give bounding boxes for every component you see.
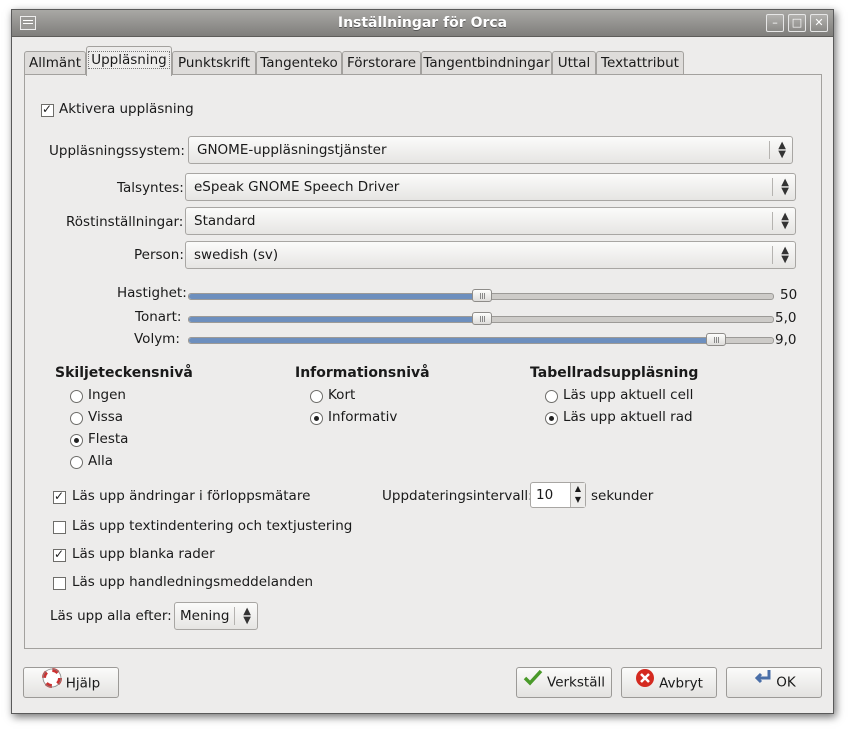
update-interval-value: 10 — [536, 487, 554, 503]
help-button[interactable]: Hjälp — [23, 667, 119, 698]
punct-all-label: Alla — [88, 453, 114, 469]
tab-label: Uppläsning — [88, 51, 170, 69]
combo-arrows-icon: ▲ ▼ — [781, 245, 789, 265]
pitch-value: 5,0 — [775, 310, 797, 326]
synthesizer-value: eSpeak GNOME Speech Driver — [194, 179, 400, 195]
tab-tangentbindningar[interactable]: Tangentbindningar — [421, 51, 552, 75]
volume-value: 9,0 — [775, 332, 797, 348]
cancel-button[interactable]: Avbryt — [621, 667, 717, 698]
verbosity-verbose-radio[interactable] — [310, 412, 323, 425]
cancel-label: Avbryt — [659, 675, 703, 692]
person-combo[interactable]: swedish (sv) ▲ ▼ — [185, 241, 796, 269]
close-icon[interactable]: ✕ — [810, 14, 828, 32]
person-label: Person: — [134, 247, 184, 263]
say-all-value: Mening — [180, 608, 230, 624]
tab-upplasning[interactable]: Uppläsning — [86, 46, 172, 76]
tab-textattribut[interactable]: Textattribut — [596, 51, 684, 75]
update-interval-spinner[interactable]: 10 ▲ ▼ — [530, 482, 586, 508]
blank-lines-checkbox[interactable] — [53, 547, 66, 562]
tutorial-label: Läs upp handledningsmeddelanden — [72, 574, 314, 590]
say-all-combo[interactable]: Mening ▲ ▼ — [174, 602, 258, 630]
update-interval-unit: sekunder — [591, 488, 654, 504]
table-row-radio[interactable] — [545, 412, 558, 425]
tab-punktskrift[interactable]: Punktskrift — [172, 51, 256, 75]
punct-most-label: Flesta — [88, 431, 129, 447]
minimize-icon[interactable]: – — [766, 14, 784, 32]
verbosity-verbose-label: Informativ — [328, 409, 398, 425]
verbosity-title: Informationsnivå — [295, 365, 430, 381]
punctuation-title: Skiljeteckensnivå — [55, 365, 193, 381]
indentation-label: Läs upp textindentering och textjusterin… — [72, 518, 353, 534]
punct-none-radio[interactable] — [70, 390, 83, 403]
preferences-window: Inställningar för Orca – □ ✕ Allmänt Upp… — [11, 9, 834, 714]
person-value: swedish (sv) — [194, 247, 279, 263]
enable-speech-label: Aktivera uppläsning — [59, 101, 194, 117]
rate-value: 50 — [780, 287, 798, 303]
table-cell-radio[interactable] — [545, 390, 558, 403]
tab-uttal[interactable]: Uttal — [552, 51, 596, 75]
tab-forstorare[interactable]: Förstorare — [342, 51, 421, 75]
rate-slider[interactable] — [188, 289, 774, 302]
rate-label: Hastighet: — [117, 285, 187, 301]
combo-arrows-icon: ▲ ▼ — [781, 177, 789, 197]
rate-knob[interactable] — [472, 289, 492, 302]
say-all-label: Läs upp alla efter: — [50, 608, 172, 624]
punct-most-radio[interactable] — [70, 434, 83, 447]
progress-checkbox[interactable] — [53, 489, 66, 504]
lifebuoy-icon — [41, 668, 62, 699]
blank-lines-label: Läs upp blanka rader — [72, 546, 215, 562]
voice-settings-value: Standard — [194, 213, 256, 229]
pitch-knob[interactable] — [472, 312, 492, 325]
tab-tangenteko[interactable]: Tangenteko — [256, 51, 342, 75]
rate-fill — [189, 294, 481, 299]
speech-panel: Aktivera uppläsning Uppläsningssystem: G… — [24, 74, 822, 649]
enable-speech-checkbox[interactable] — [41, 102, 54, 117]
pitch-fill — [189, 317, 481, 322]
punct-none-label: Ingen — [88, 387, 126, 403]
punct-some-label: Vissa — [88, 409, 124, 425]
ok-label: OK — [776, 674, 796, 691]
maximize-icon[interactable]: □ — [788, 14, 806, 32]
volume-knob[interactable] — [706, 333, 726, 346]
enter-arrow-icon — [752, 668, 772, 697]
volume-label: Volym: — [134, 331, 180, 347]
speech-system-label: Uppläsningssystem: — [49, 143, 185, 159]
punct-some-radio[interactable] — [70, 412, 83, 425]
title-bar: Inställningar för Orca – □ ✕ — [12, 10, 833, 37]
checkmark-icon — [523, 668, 543, 697]
progress-label: Läs upp ändringar i förloppsmätare — [72, 488, 311, 504]
verbosity-brief-radio[interactable] — [310, 390, 323, 403]
table-rows-title: Tabellradsuppläsning — [530, 365, 699, 381]
synthesizer-label: Talsyntes: — [117, 180, 184, 196]
volume-slider[interactable] — [188, 333, 774, 346]
table-cell-label: Läs upp aktuell cell — [563, 387, 694, 403]
pitch-label: Tonart: — [135, 309, 182, 325]
help-label: Hjälp — [65, 675, 101, 692]
ok-button[interactable]: OK — [726, 667, 822, 698]
synthesizer-combo[interactable]: eSpeak GNOME Speech Driver ▲ ▼ — [185, 173, 796, 201]
tab-allmant[interactable]: Allmänt — [24, 51, 86, 75]
voice-settings-label: Röstinställningar: — [66, 214, 184, 230]
voice-settings-combo[interactable]: Standard ▲ ▼ — [185, 207, 796, 235]
speech-system-value: GNOME-uppläsningstjänster — [197, 142, 387, 158]
window-title: Inställningar för Orca — [337, 15, 508, 31]
speech-system-combo[interactable]: GNOME-uppläsningstjänster ▲ ▼ — [188, 136, 793, 164]
volume-fill — [189, 338, 715, 343]
apply-button[interactable]: Verkställ — [516, 667, 612, 698]
combo-arrows-icon: ▲ ▼ — [781, 211, 789, 231]
cancel-icon — [635, 668, 655, 699]
pitch-slider[interactable] — [188, 312, 774, 325]
indentation-checkbox[interactable] — [53, 521, 66, 534]
punct-all-radio[interactable] — [70, 456, 83, 469]
verbosity-brief-label: Kort — [328, 387, 356, 403]
update-interval-label: Uppdateringsintervall: — [382, 488, 533, 504]
tutorial-checkbox[interactable] — [53, 577, 66, 590]
table-row-label: Läs upp aktuell rad — [563, 409, 693, 425]
spin-arrows-icon[interactable]: ▲ ▼ — [570, 483, 585, 507]
apply-label: Verkställ — [547, 674, 605, 691]
combo-arrows-icon: ▲ ▼ — [243, 606, 251, 626]
combo-arrows-icon: ▲ ▼ — [778, 140, 786, 160]
